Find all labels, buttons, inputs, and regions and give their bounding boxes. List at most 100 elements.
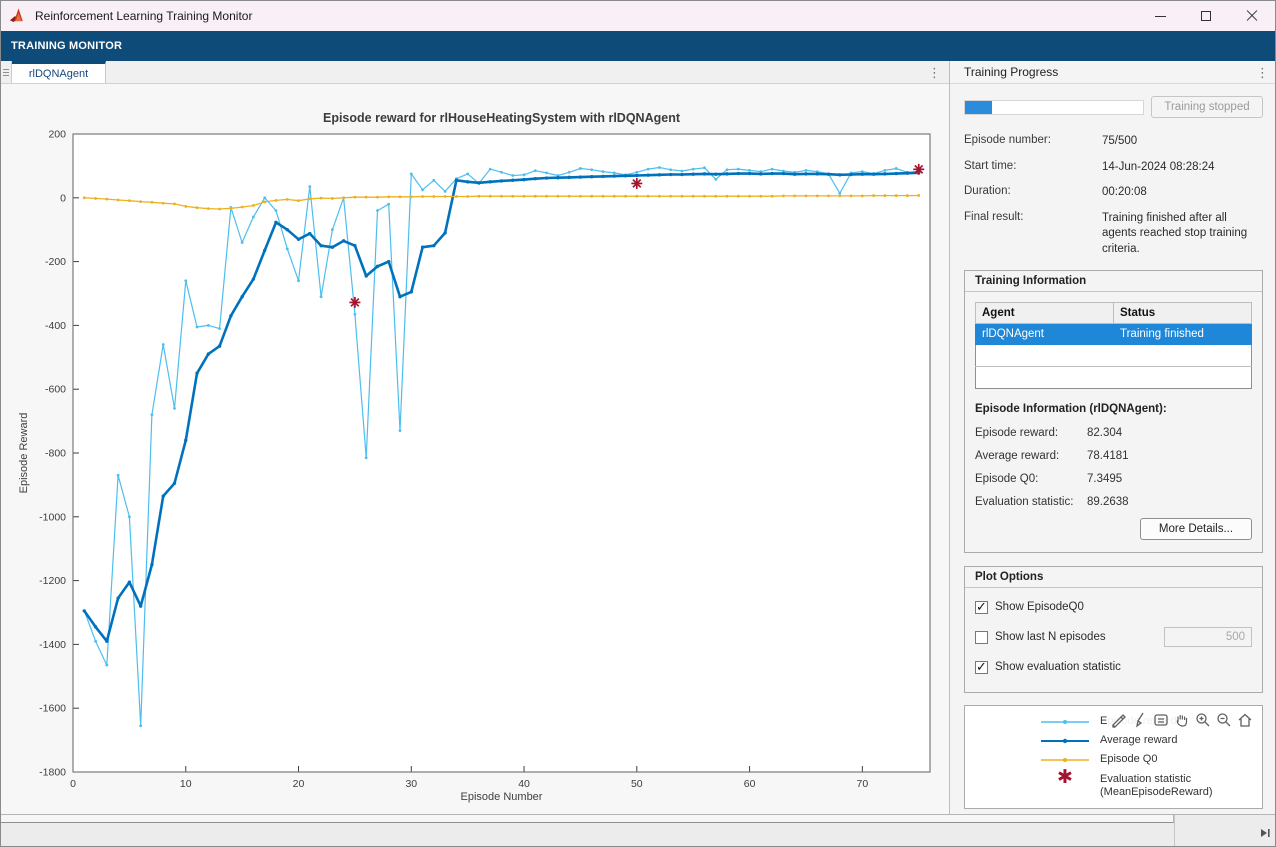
show-last-n-label: Show last N episodes: [995, 631, 1106, 643]
training-stopped-button[interactable]: Training stopped: [1151, 96, 1263, 118]
horizontal-scrollbar[interactable]: [1, 815, 1174, 823]
more-details-button[interactable]: More Details...: [1140, 518, 1252, 540]
evaluation-statistic-value: 89.2638: [1087, 496, 1252, 508]
close-icon: [1246, 10, 1258, 22]
minimize-button[interactable]: [1137, 1, 1183, 31]
minimize-icon: [1155, 16, 1166, 17]
final-result-label: Final result:: [964, 211, 1102, 258]
svg-text:10: 10: [180, 778, 192, 790]
tabstrip-menu-icon[interactable]: ⋮: [928, 61, 941, 84]
datatips-icon[interactable]: [1152, 711, 1170, 729]
last-n-episodes-input[interactable]: [1164, 627, 1252, 647]
final-result-value: Training finished after all agents reach…: [1102, 211, 1263, 258]
window-title: Reinforcement Learning Training Monitor: [35, 9, 252, 23]
table-row-empty: [976, 345, 1252, 367]
tab-label: rlDQNAgent: [29, 68, 88, 80]
show-last-n-checkbox[interactable]: [975, 631, 988, 644]
option-show-evaluation: Show evaluation statistic: [975, 652, 1252, 682]
svg-text:30: 30: [405, 778, 417, 790]
matlab-logo-icon: [10, 8, 27, 24]
svg-text:50: 50: [631, 778, 643, 790]
title-bar: Reinforcement Learning Training Monitor: [1, 1, 1275, 31]
document-tab-strip: rlDQNAgent ⋮: [1, 61, 949, 84]
show-evaluation-checkbox[interactable]: [975, 661, 988, 674]
brush-icon[interactable]: [1131, 711, 1149, 729]
episode-reward-value: 82.304: [1087, 427, 1252, 439]
episode-q0-label: Episode Q0:: [975, 473, 1087, 485]
start-time-label: Start time:: [964, 160, 1102, 176]
zoom-out-icon[interactable]: [1215, 711, 1233, 729]
tab-rldqnagent[interactable]: rlDQNAgent: [12, 61, 106, 83]
toolstrip: TRAINING MONITOR: [1, 31, 1275, 61]
show-episodeq0-label: Show EpisodeQ0: [995, 601, 1084, 613]
statusbar-divider: [1174, 815, 1175, 847]
duration-value: 00:20:08: [1102, 185, 1263, 201]
option-show-last-n: Show last N episodes: [975, 622, 1252, 652]
agents-table: Agent Status rlDQNAgent Training finishe…: [975, 302, 1252, 389]
svg-text:200: 200: [48, 129, 66, 141]
episode-q0-value: 7.3495: [1087, 473, 1252, 485]
svg-text:-600: -600: [45, 384, 66, 396]
episode-reward-label: Episode reward:: [975, 427, 1087, 439]
pan-icon[interactable]: [1173, 711, 1191, 729]
svg-text:-800: -800: [45, 448, 66, 460]
legend-label-average-reward: Average reward: [1100, 734, 1177, 747]
legend-entry-average-reward: Average reward: [1039, 731, 1262, 750]
panel-expand-icon[interactable]: [1259, 827, 1271, 839]
axes-toolbar: [1108, 710, 1256, 730]
chart-canvas[interactable]: Episode reward for rlHouseHeatingSystem …: [1, 84, 949, 814]
status-bar: [1, 814, 1276, 847]
status-cell: Training finished: [1114, 324, 1252, 345]
episode-number-label: Episode number:: [964, 134, 1102, 150]
app-window: Reinforcement Learning Training Monitor …: [0, 0, 1276, 847]
training-progress-bar: [964, 100, 1144, 115]
svg-text:60: 60: [744, 778, 756, 790]
asterisk-marker-icon: ✱: [1039, 773, 1091, 783]
legend-line-episode-reward: [1039, 716, 1091, 728]
start-time-value: 14-Jun-2024 08:28:24: [1102, 160, 1263, 176]
svg-text:-200: -200: [45, 256, 66, 268]
evaluation-statistic-label: Evaluation statistic:: [975, 496, 1087, 508]
show-episodeq0-checkbox[interactable]: [975, 601, 988, 614]
export-icon[interactable]: [1110, 711, 1128, 729]
agent-cell: rlDQNAgent: [976, 324, 1114, 345]
drag-grip-icon[interactable]: [1, 61, 12, 83]
reward-chart: Episode reward for rlHouseHeatingSystem …: [1, 84, 949, 814]
toolstrip-tab-training-monitor[interactable]: TRAINING MONITOR: [11, 40, 122, 52]
table-row-empty: [976, 367, 1252, 389]
panel-menu-icon[interactable]: ⋮: [1256, 61, 1269, 84]
table-row-rldqnagent[interactable]: rlDQNAgent Training finished: [976, 324, 1252, 345]
legend-line-episode-q0: [1039, 754, 1091, 766]
svg-text:0: 0: [70, 778, 76, 790]
episode-number-value: 75/500: [1102, 134, 1263, 150]
maximize-button[interactable]: [1183, 1, 1229, 31]
svg-text:-400: -400: [45, 320, 66, 332]
panel-title: Training Progress: [964, 65, 1058, 79]
document-area: rlDQNAgent ⋮ Episode reward for rlHouseH…: [1, 61, 949, 814]
maximize-icon: [1201, 11, 1211, 21]
legend-label-evaluation-statistic: Evaluation statistic (MeanEpisodeReward): [1100, 773, 1213, 799]
svg-text:-1000: -1000: [39, 511, 66, 523]
panel-header: Training Progress ⋮: [950, 61, 1276, 84]
episode-information-title: Episode Information (rlDQNAgent):: [975, 403, 1252, 415]
svg-text:40: 40: [518, 778, 530, 790]
svg-text:Episode Reward: Episode Reward: [18, 413, 30, 494]
svg-text:70: 70: [856, 778, 868, 790]
chart-legend: Episode reward Average reward Episode Q0: [964, 705, 1263, 809]
legend-line-average-reward: [1039, 735, 1091, 747]
training-information-title: Training Information: [965, 271, 1262, 292]
close-button[interactable]: [1229, 1, 1275, 31]
svg-text:-1200: -1200: [39, 575, 66, 587]
progress-bar-fill: [965, 101, 992, 114]
svg-text:0: 0: [60, 192, 66, 204]
svg-text:Episode reward for rlHouseHeat: Episode reward for rlHouseHeatingSystem …: [323, 111, 681, 125]
legend-label-episode-q0: Episode Q0: [1100, 753, 1157, 766]
zoom-in-icon[interactable]: [1194, 711, 1212, 729]
svg-text:Episode Number: Episode Number: [461, 791, 543, 803]
show-evaluation-label: Show evaluation statistic: [995, 661, 1121, 673]
plot-options-group: Plot Options Show EpisodeQ0 Show last N …: [964, 566, 1263, 693]
svg-text:-1400: -1400: [39, 639, 66, 651]
home-icon[interactable]: [1236, 711, 1254, 729]
agents-table-header-status: Status: [1114, 303, 1252, 324]
svg-text:20: 20: [293, 778, 305, 790]
